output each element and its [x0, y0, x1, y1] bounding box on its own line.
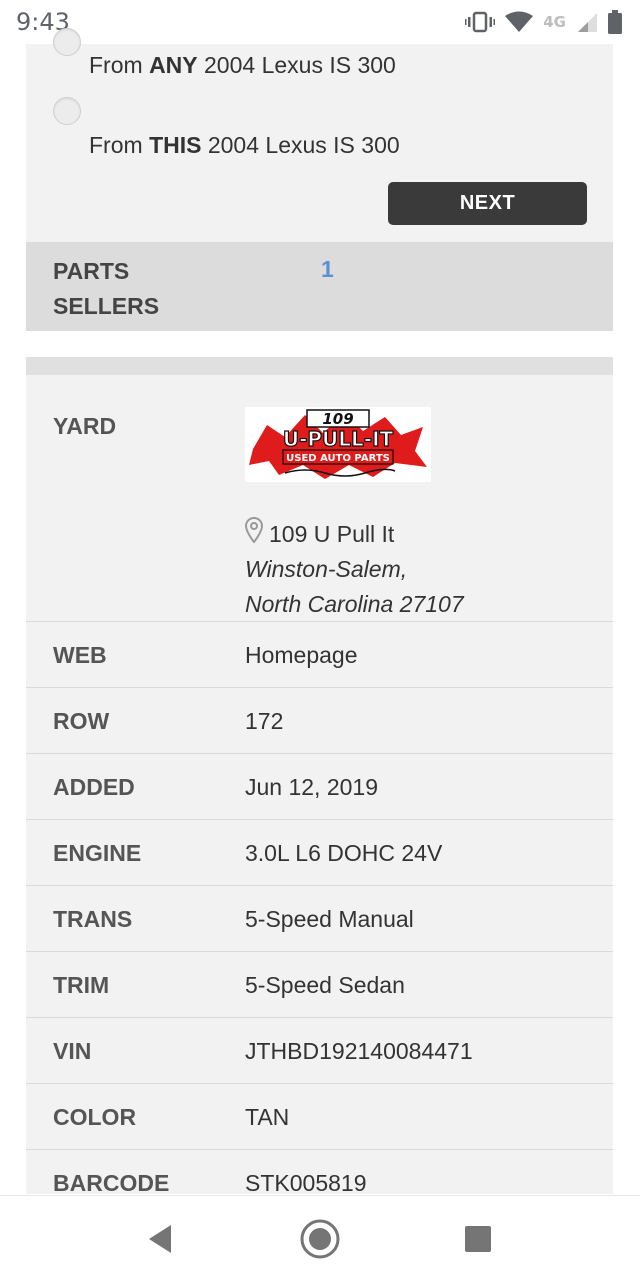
parts-sellers-row: PARTS SELLERS 1: [26, 242, 613, 331]
vibrate-icon: [465, 11, 496, 33]
vin-value: JTHBD192140084471: [245, 1038, 473, 1064]
trans-row: TRANS 5-Speed Manual: [26, 886, 613, 952]
yard-state-zip: North Carolina 27107: [245, 591, 464, 617]
navigation-bar: [0, 1195, 640, 1280]
yard-logo: 109 U-PULL-IT USED AUTO PARTS: [245, 407, 431, 482]
screen: 9:43 4G From ANY 2004 Lexus IS 300 From …: [0, 0, 640, 1280]
engine-value: 3.0L L6 DOHC 24V: [245, 840, 443, 866]
logo-tagline: USED AUTO PARTS: [286, 453, 390, 464]
engine-row: ENGINE 3.0L L6 DOHC 24V: [26, 820, 613, 886]
web-row: WEB Homepage: [26, 622, 613, 688]
network-type-label: 4G: [543, 13, 566, 31]
color-row: COLOR TAN: [26, 1084, 613, 1150]
web-label: WEB: [53, 642, 107, 668]
source-options-card: From ANY 2004 Lexus IS 300 From THIS 200…: [26, 28, 613, 331]
added-row: ADDED Jun 12, 2019: [26, 754, 613, 820]
location-pin-icon: [244, 516, 264, 548]
parts-sellers-label: PARTS SELLERS: [53, 258, 160, 319]
option-any-label[interactable]: From ANY 2004 Lexus IS 300: [89, 52, 396, 79]
recent-apps-icon[interactable]: [453, 1214, 503, 1264]
row-label: ROW: [53, 708, 110, 734]
parts-sellers-count[interactable]: 1: [321, 256, 334, 283]
status-icons: 4G: [465, 8, 622, 36]
any-radio[interactable]: [53, 28, 81, 56]
trans-value: 5-Speed Manual: [245, 906, 414, 932]
this-radio[interactable]: [53, 97, 81, 125]
status-bar: 9:43 4G: [0, 0, 640, 44]
vin-label: VIN: [53, 1038, 92, 1064]
vin-row: VIN JTHBD192140084471: [26, 1018, 613, 1084]
battery-icon: [608, 10, 622, 34]
row-value: 172: [245, 708, 284, 734]
logo-number: 109: [322, 410, 353, 428]
yard-city: Winston-Salem,: [245, 556, 408, 582]
trim-label: TRIM: [53, 972, 110, 998]
trans-label: TRANS: [53, 906, 133, 932]
added-value: Jun 12, 2019: [245, 774, 379, 800]
signal-icon: [576, 11, 598, 33]
vehicle-details-card: YARD 109 U-PULL-IT USED AUTO PARTS 109 U…: [26, 357, 613, 1194]
back-icon[interactable]: [135, 1214, 185, 1264]
engine-label: ENGINE: [53, 840, 142, 866]
barcode-row: BARCODE STK005819: [26, 1150, 613, 1194]
option-this-label[interactable]: From THIS 2004 Lexus IS 300: [89, 132, 400, 159]
details-header-bar: [26, 357, 613, 375]
homepage-link[interactable]: Homepage: [245, 642, 358, 669]
row-row: ROW 172: [26, 688, 613, 754]
trim-value: 5-Speed Sedan: [245, 972, 405, 998]
barcode-label: BARCODE: [53, 1170, 170, 1194]
added-label: ADDED: [53, 774, 135, 800]
wifi-icon: [505, 11, 534, 33]
yard-name: 109 U Pull It: [269, 521, 395, 547]
color-label: COLOR: [53, 1104, 137, 1130]
yard-row: YARD 109 U-PULL-IT USED AUTO PARTS 109 U…: [26, 375, 613, 622]
color-value: TAN: [245, 1104, 290, 1130]
logo-name: U-PULL-IT: [283, 427, 394, 451]
barcode-value: STK005819: [245, 1170, 367, 1194]
yard-label: YARD: [53, 413, 117, 439]
home-icon[interactable]: [295, 1214, 345, 1264]
next-button[interactable]: NEXT: [388, 182, 587, 225]
trim-row: TRIM 5-Speed Sedan: [26, 952, 613, 1018]
